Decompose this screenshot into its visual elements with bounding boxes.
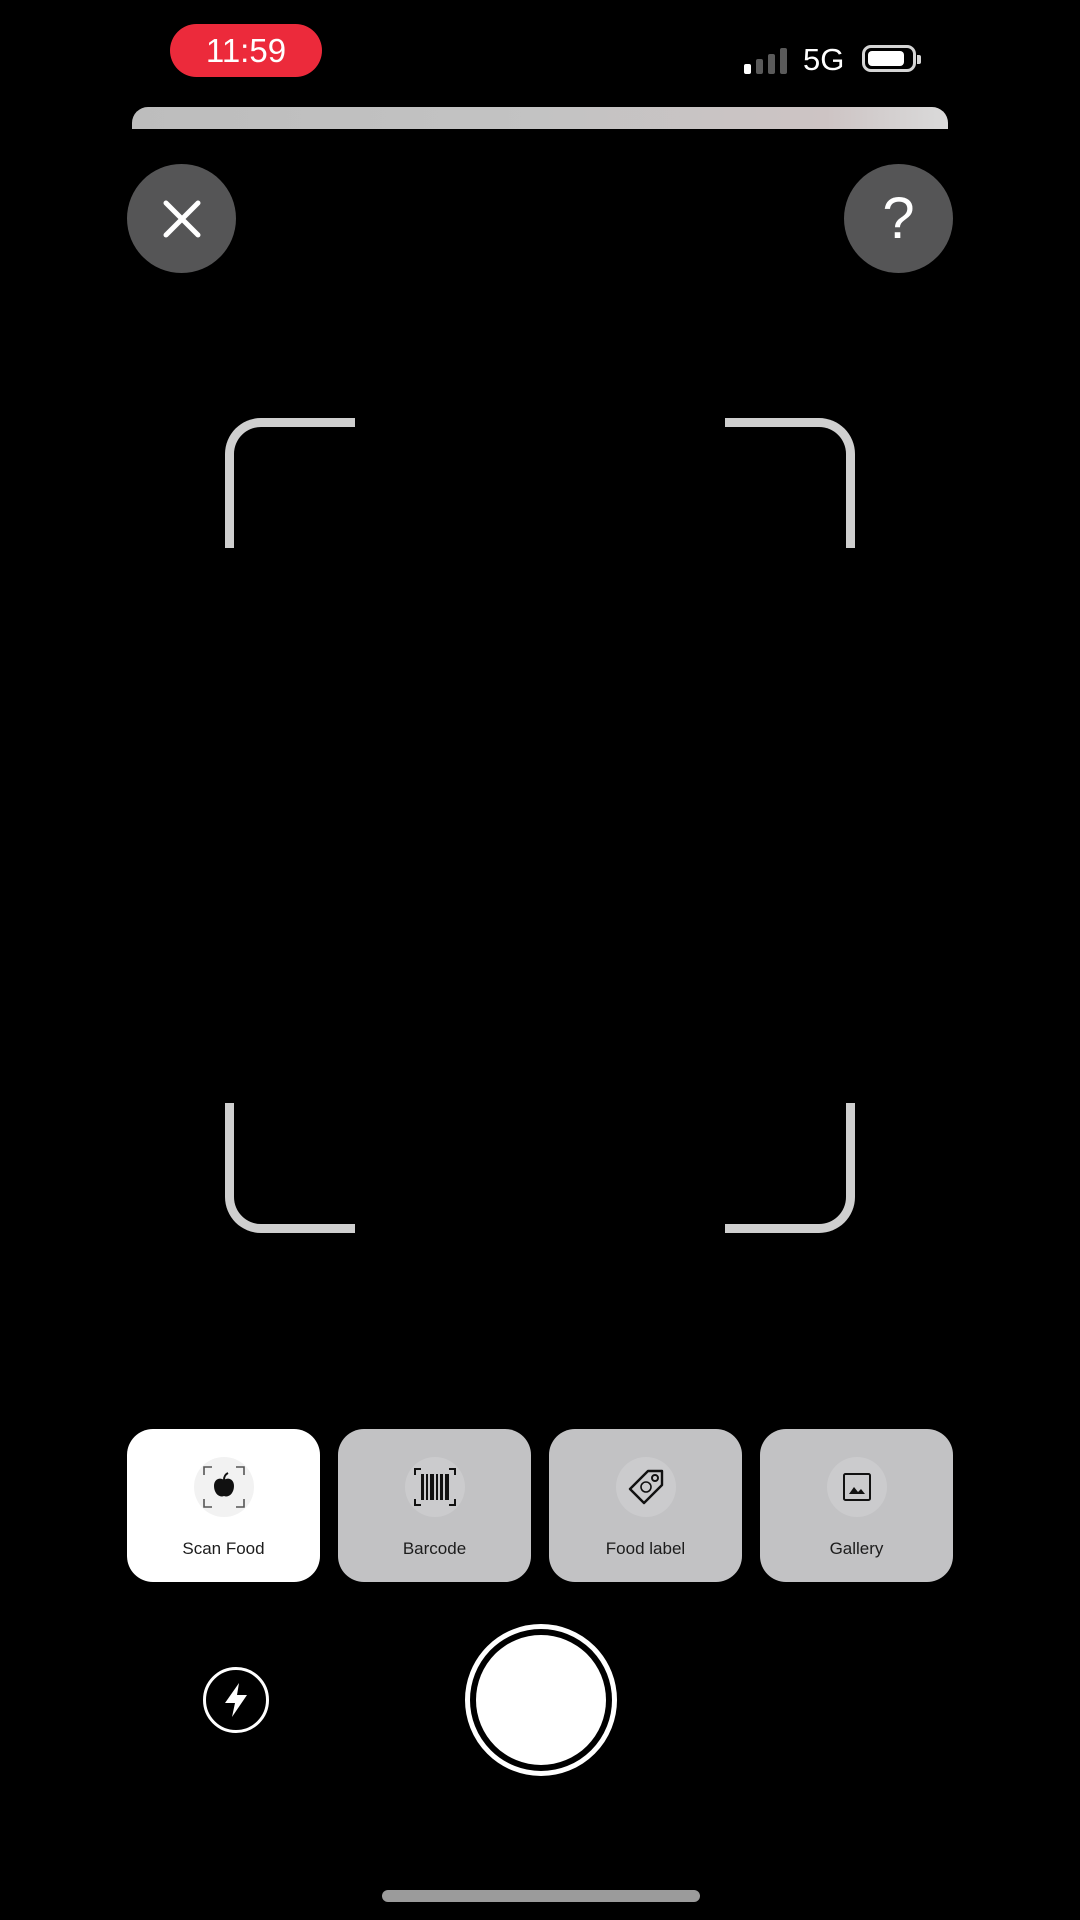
close-button[interactable]	[127, 164, 236, 273]
help-icon: ?	[882, 185, 915, 251]
lightning-icon	[225, 1683, 247, 1717]
image-icon	[826, 1457, 887, 1517]
tab-food-label[interactable]: Food label	[549, 1429, 742, 1582]
flash-button[interactable]	[203, 1667, 269, 1733]
cellular-signal-icon	[744, 48, 790, 74]
tag-icon	[615, 1457, 676, 1517]
scan-frame-corner-bottom-left	[225, 1103, 355, 1233]
scan-frame-corner-top-left	[225, 418, 355, 548]
help-button[interactable]: ?	[844, 164, 953, 273]
shutter-button[interactable]	[465, 1624, 617, 1776]
tab-scan-food[interactable]: Scan Food	[127, 1429, 320, 1582]
tab-label: Scan Food	[182, 1539, 265, 1558]
shutter-button-inner	[476, 1635, 606, 1765]
tab-label: Food label	[605, 1539, 686, 1558]
home-indicator[interactable]	[382, 1890, 700, 1902]
tab-label: Gallery	[829, 1539, 884, 1558]
status-time[interactable]: 11:59	[170, 24, 322, 77]
close-icon	[163, 200, 200, 237]
barcode-icon	[404, 1457, 465, 1517]
tab-barcode[interactable]: Barcode	[338, 1429, 531, 1582]
scan-mode-tabs: Scan Food Barcode Food label Gallery	[127, 1429, 953, 1582]
sheet-top-edge	[132, 107, 948, 129]
scan-frame-corner-bottom-right	[725, 1103, 855, 1233]
battery-icon	[862, 45, 921, 72]
scan-frame-corner-top-right	[725, 418, 855, 548]
tab-label: Barcode	[402, 1539, 467, 1558]
status-bar: 11:59 5G	[0, 0, 1080, 110]
network-type: 5G	[803, 42, 845, 77]
tab-gallery[interactable]: Gallery	[760, 1429, 953, 1582]
apple-scan-icon	[193, 1457, 254, 1517]
